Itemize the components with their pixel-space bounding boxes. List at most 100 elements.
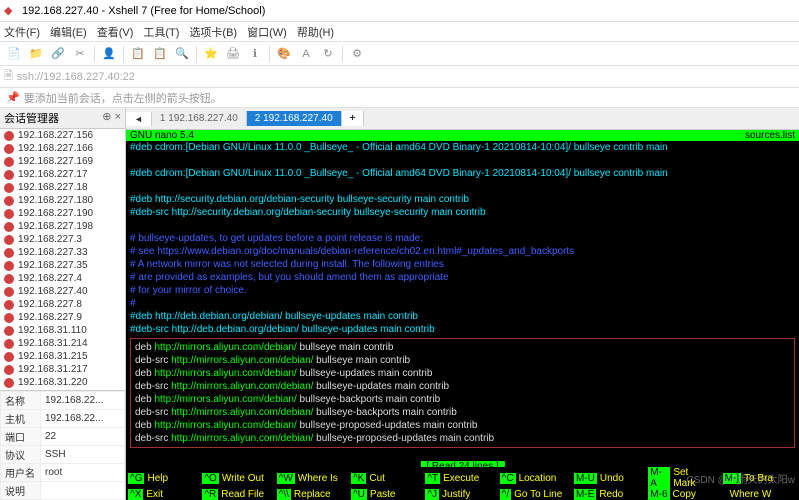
host-item[interactable]: 192.168.227.18 — [0, 181, 125, 194]
host-ip: 192.168.227.33 — [18, 247, 88, 258]
host-item[interactable]: 192.168.227.180 — [0, 194, 125, 207]
tab-add-icon[interactable]: + — [342, 111, 365, 126]
menu-tools[interactable]: 工具(T) — [143, 24, 179, 40]
tab-bar: ◄ 1 192.168.227.40 2 192.168.227.40 + — [126, 108, 799, 130]
nano-body: #deb cdrom:[Debian GNU/Linux 11.0.0 _Bul… — [126, 141, 799, 448]
paste-icon[interactable]: 📋 — [150, 44, 170, 64]
font-icon[interactable]: A — [296, 44, 316, 64]
host-ip: 192.168.31.214 — [18, 338, 88, 349]
pin-icon[interactable]: 📌 — [6, 91, 20, 104]
host-ip: 192.168.227.156 — [18, 130, 93, 141]
menu-help[interactable]: 帮助(H) — [297, 24, 334, 40]
nano-cmd: ^/Go To Line — [500, 489, 564, 500]
status-dot-icon — [4, 300, 14, 310]
print-icon[interactable]: 🖨 — [223, 44, 243, 64]
host-item[interactable]: 192.168.31.220 — [0, 376, 125, 389]
nano-cmd: M-UUndo — [574, 467, 638, 489]
nano-line: # see https://www.debian.org/doc/manuals… — [130, 245, 795, 258]
nano-cmd: ^KCut — [351, 467, 415, 489]
info-hint: 要添加当前会话，点击左侧的箭头按钮。 — [24, 90, 222, 106]
info-icon[interactable]: ℹ — [245, 44, 265, 64]
menu-edit[interactable]: 编辑(E) — [50, 24, 87, 40]
status-dot-icon — [4, 222, 14, 232]
status-dot-icon — [4, 274, 14, 284]
prop-host-val: 192.168.22... — [41, 410, 125, 428]
prop-proto-label: 协议 — [1, 446, 41, 464]
host-item[interactable]: 192.168.31.110 — [0, 324, 125, 337]
menu-file[interactable]: 文件(F) — [4, 24, 40, 40]
refresh-icon[interactable]: ↻ — [318, 44, 338, 64]
status-dot-icon — [4, 365, 14, 375]
host-item[interactable]: 192.168.31.217 — [0, 363, 125, 376]
prop-desc-val — [41, 482, 125, 500]
status-dot-icon — [4, 196, 14, 206]
host-ip: 192.168.31.220 — [18, 377, 88, 388]
nano-cmd: M-ERedo — [574, 489, 638, 500]
menu-view[interactable]: 查看(V) — [97, 24, 134, 40]
host-item[interactable]: 192.168.227.17 — [0, 168, 125, 181]
host-item[interactable]: 192.168.227.156 — [0, 129, 125, 142]
nano-line: #deb cdrom:[Debian GNU/Linux 11.0.0 _Bul… — [130, 167, 795, 180]
nano-line: deb http://mirrors.aliyun.com/debian/ bu… — [135, 419, 790, 432]
host-list[interactable]: 192.168.227.156192.168.227.166192.168.22… — [0, 129, 125, 390]
status-dot-icon — [4, 157, 14, 167]
status-dot-icon — [4, 170, 14, 180]
gear-icon[interactable]: ⚙ — [347, 44, 367, 64]
nano-line: #deb http://deb.debian.org/debian/ bulls… — [130, 310, 795, 323]
host-item[interactable]: 192.168.227.9 — [0, 311, 125, 324]
copy-icon[interactable]: 📋 — [128, 44, 148, 64]
menu-tabs[interactable]: 选项卡(B) — [189, 24, 237, 40]
separator — [94, 46, 95, 62]
host-item[interactable]: 192.168.227.169 — [0, 155, 125, 168]
new-session-icon[interactable]: 📄 — [4, 44, 24, 64]
host-item[interactable]: 192.168.227.190 — [0, 207, 125, 220]
nano-line: # are provided as examples, but you shou… — [130, 271, 795, 284]
tab-session-2[interactable]: 2 192.168.227.40 — [247, 111, 342, 126]
status-dot-icon — [4, 235, 14, 245]
toolbar: 📄 📁 🔗 ✂ 👤 📋 📋 🔍 ⭐ 🖨 ℹ 🎨 A ↻ ⚙ — [0, 42, 799, 66]
sidebar-close-icon[interactable]: ⊕ × — [102, 110, 121, 126]
color-icon[interactable]: 🎨 — [274, 44, 294, 64]
host-item[interactable]: 192.168.227.3 — [0, 233, 125, 246]
menu-window[interactable]: 窗口(W) — [247, 24, 287, 40]
status-dot-icon — [4, 144, 14, 154]
host-item[interactable]: 192.168.31.214 — [0, 337, 125, 350]
nano-cmd: ^WWhere Is — [277, 467, 341, 489]
host-ip: 192.168.31.217 — [18, 364, 88, 375]
prop-port-val: 22 — [41, 428, 125, 446]
tab-session-1[interactable]: 1 192.168.227.40 — [152, 111, 247, 126]
host-item[interactable]: 192.168.227.33 — [0, 246, 125, 259]
host-ip: 192.168.31.215 — [18, 351, 88, 362]
separator — [123, 46, 124, 62]
nano-cmd: ^GHelp — [128, 467, 192, 489]
host-item[interactable]: 192.168.227.40 — [0, 285, 125, 298]
disconnect-icon[interactable]: ✂ — [70, 44, 90, 64]
connect-icon[interactable]: 🔗 — [48, 44, 68, 64]
bookmark-icon[interactable]: ⭐ — [201, 44, 221, 64]
search-icon[interactable]: 🔍 — [172, 44, 192, 64]
nano-line: # bullseye-updates, to get updates befor… — [130, 232, 795, 245]
profile-icon[interactable]: 👤 — [99, 44, 119, 64]
host-item[interactable]: 192.168.227.198 — [0, 220, 125, 233]
host-item[interactable]: 192.168.227.8 — [0, 298, 125, 311]
status-dot-icon — [4, 261, 14, 271]
host-item[interactable]: 192.168.227.4 — [0, 272, 125, 285]
nano-line: #deb-src http://security.debian.org/debi… — [130, 206, 795, 219]
nano-line: deb-src http://mirrors.aliyun.com/debian… — [135, 406, 790, 419]
nano-cmd: ^JJustify — [425, 489, 489, 500]
tab-back-icon[interactable]: ◄ — [126, 112, 152, 126]
nano-cmd: ^TExecute — [425, 467, 489, 489]
url-text[interactable]: ssh://192.168.227.40:22 — [17, 71, 135, 83]
status-dot-icon — [4, 209, 14, 219]
folder-icon[interactable]: 📁 — [26, 44, 46, 64]
nano-line: deb http://mirrors.aliyun.com/debian/ bu… — [135, 393, 790, 406]
host-item[interactable]: 192.168.31.215 — [0, 350, 125, 363]
terminal[interactable]: GNU nano 5.4 sources.list #deb cdrom:[De… — [126, 130, 799, 500]
lock-icon: 🗎 — [4, 67, 13, 86]
nano-line: # A network mirror was not selected duri… — [130, 258, 795, 271]
nano-line: deb-src http://mirrors.aliyun.com/debian… — [135, 380, 790, 393]
nano-cmd: ^UPaste — [351, 489, 415, 500]
separator — [342, 46, 343, 62]
host-item[interactable]: 192.168.227.166 — [0, 142, 125, 155]
host-item[interactable]: 192.168.227.35 — [0, 259, 125, 272]
